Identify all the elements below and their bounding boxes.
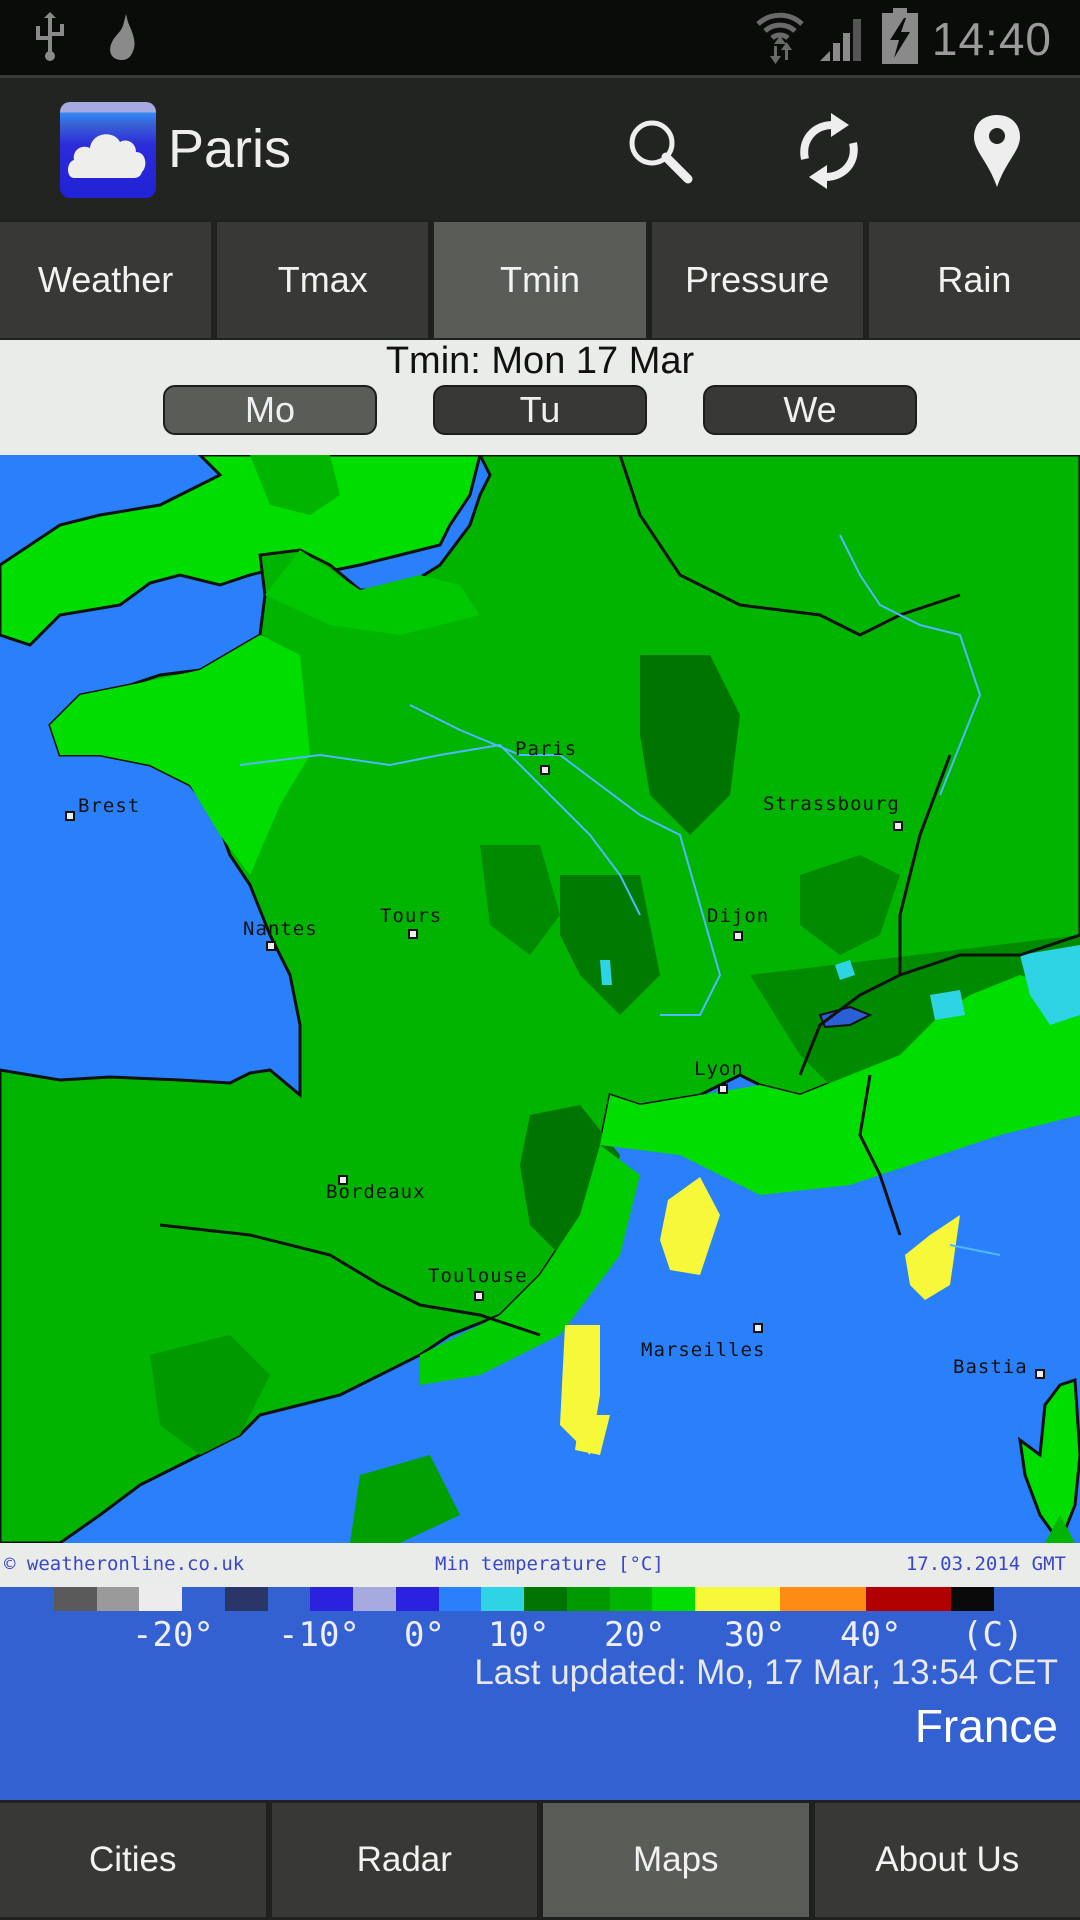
scale-swatch [182,1587,225,1611]
scale-swatch [54,1587,97,1611]
city-label-tours: Tours [380,905,443,927]
scale-swatch [224,1587,268,1611]
signal-icon [819,11,868,66]
scale-swatch [652,1587,696,1611]
status-bar: 14:40 [0,0,1080,75]
wifi-icon [754,8,806,69]
nav-about-us[interactable]: About Us [814,1803,1080,1917]
scale-swatch [395,1587,439,1611]
tick-label: -10° [278,1615,360,1655]
tick-label: 0° [404,1615,445,1655]
city-label-bastia: Bastia [953,1356,1028,1378]
city-marker-strassbourg[interactable] [893,821,903,831]
tab-rain[interactable]: Rain [868,222,1080,338]
city-marker-nantes[interactable] [266,941,276,951]
tick-label: (C) [962,1615,1024,1655]
nav-cities[interactable]: Cities [0,1803,266,1917]
nav-radar[interactable]: Radar [271,1803,537,1917]
color-scale [54,1587,995,1611]
map-variable-label: Min temperature [°C] [435,1553,664,1575]
scale-swatch [139,1587,183,1611]
city-label-brest: Brest [78,795,141,817]
cloud-icon [68,134,146,178]
scale-swatch [566,1587,610,1611]
scale-swatch [524,1587,567,1611]
map-caption: © weatheronline.co.uk Min temperature [°… [0,1543,1080,1587]
tab-tmin[interactable]: Tmin [434,222,646,338]
city-marker-bordeaux[interactable] [338,1175,348,1185]
refresh-button[interactable] [784,106,874,196]
city-label-paris: Paris [515,738,578,760]
location-button[interactable] [952,106,1042,196]
city-label-nantes: Nantes [243,918,318,940]
city-marker-bastia[interactable] [1035,1369,1045,1379]
temperature-map[interactable]: Calais Paris Brest Strassbourg Nantes To… [0,455,1080,1543]
city-label-marseilles: Marseilles [641,1339,766,1361]
search-button[interactable] [615,106,705,196]
map-date-label: 17.03.2014 GMT [905,1553,1066,1575]
tab-weather[interactable]: Weather [0,222,212,338]
scale-swatch [908,1587,952,1611]
day-selector: Tmin: Mon 17 Mar Mo Tu We [0,340,1080,455]
scale-swatch [780,1587,824,1611]
scale-swatch [353,1587,396,1611]
city-marker-tours[interactable] [408,929,418,939]
search-icon [629,120,693,184]
city-marker-toulouse[interactable] [474,1291,484,1301]
map-graphic [0,455,1080,1543]
map-type-tabs: Weather Tmax Tmin Pressure Rain [0,220,1080,340]
tick-label: 20° [604,1615,666,1655]
tab-pressure[interactable]: Pressure [651,222,863,338]
action-bar: Paris [0,75,1080,220]
credit-link[interactable]: © weatheronline.co.uk [4,1553,244,1575]
city-title: Paris [168,119,292,179]
clock: 14:40 [931,12,1052,65]
day-button-tu[interactable]: Tu [433,385,647,435]
map-date-title: Tmin: Mon 17 Mar [385,340,695,382]
app-logo [60,102,156,198]
scale-swatch [96,1587,140,1611]
city-label-toulouse: Toulouse [428,1265,528,1287]
scale-swatch [695,1587,738,1611]
city-marker-brest[interactable] [65,811,75,821]
notification-drop-icon [104,12,140,69]
battery-charging-icon [881,8,918,69]
land-corsica [1018,1377,1080,1543]
city-label-dijon: Dijon [707,905,770,927]
bottom-nav: Cities Radar Maps About Us [0,1800,1080,1920]
scale-swatch [438,1587,482,1611]
scale-swatch [737,1587,781,1611]
city-label-strassbourg: Strassbourg [763,793,900,815]
city-label-lyon: Lyon [694,1058,744,1080]
scale-swatch [310,1587,354,1611]
day-button-we[interactable]: We [703,385,917,435]
refresh-icon [800,113,858,189]
city-marker-marseilles[interactable] [753,1323,763,1333]
tick-label: 30° [724,1615,786,1655]
usb-icon [30,12,70,69]
scale-swatch [609,1587,653,1611]
scale-swatch [481,1587,525,1611]
tick-label: 40° [840,1615,902,1655]
city-marker-dijon[interactable] [733,931,743,941]
tick-label: -20° [132,1615,214,1655]
scale-swatch [823,1587,866,1611]
day-button-mo[interactable]: Mo [163,385,377,435]
scale-swatch [865,1587,909,1611]
location-pin-icon [974,115,1020,187]
tick-label: 10° [488,1615,550,1655]
city-marker-lyon[interactable] [718,1084,728,1094]
scale-swatch [267,1587,311,1611]
scale-swatch [951,1587,995,1611]
tab-tmax[interactable]: Tmax [217,222,429,338]
region-label: France [914,1700,1058,1752]
city-marker-paris[interactable] [540,765,550,775]
legend-panel: -20° -10° 0° 10° 20° 30° 40° (C) Last up… [0,1587,1080,1802]
last-updated: Last updated: Mo, 17 Mar, 13:54 CET [474,1653,1058,1692]
nav-maps[interactable]: Maps [543,1803,809,1917]
